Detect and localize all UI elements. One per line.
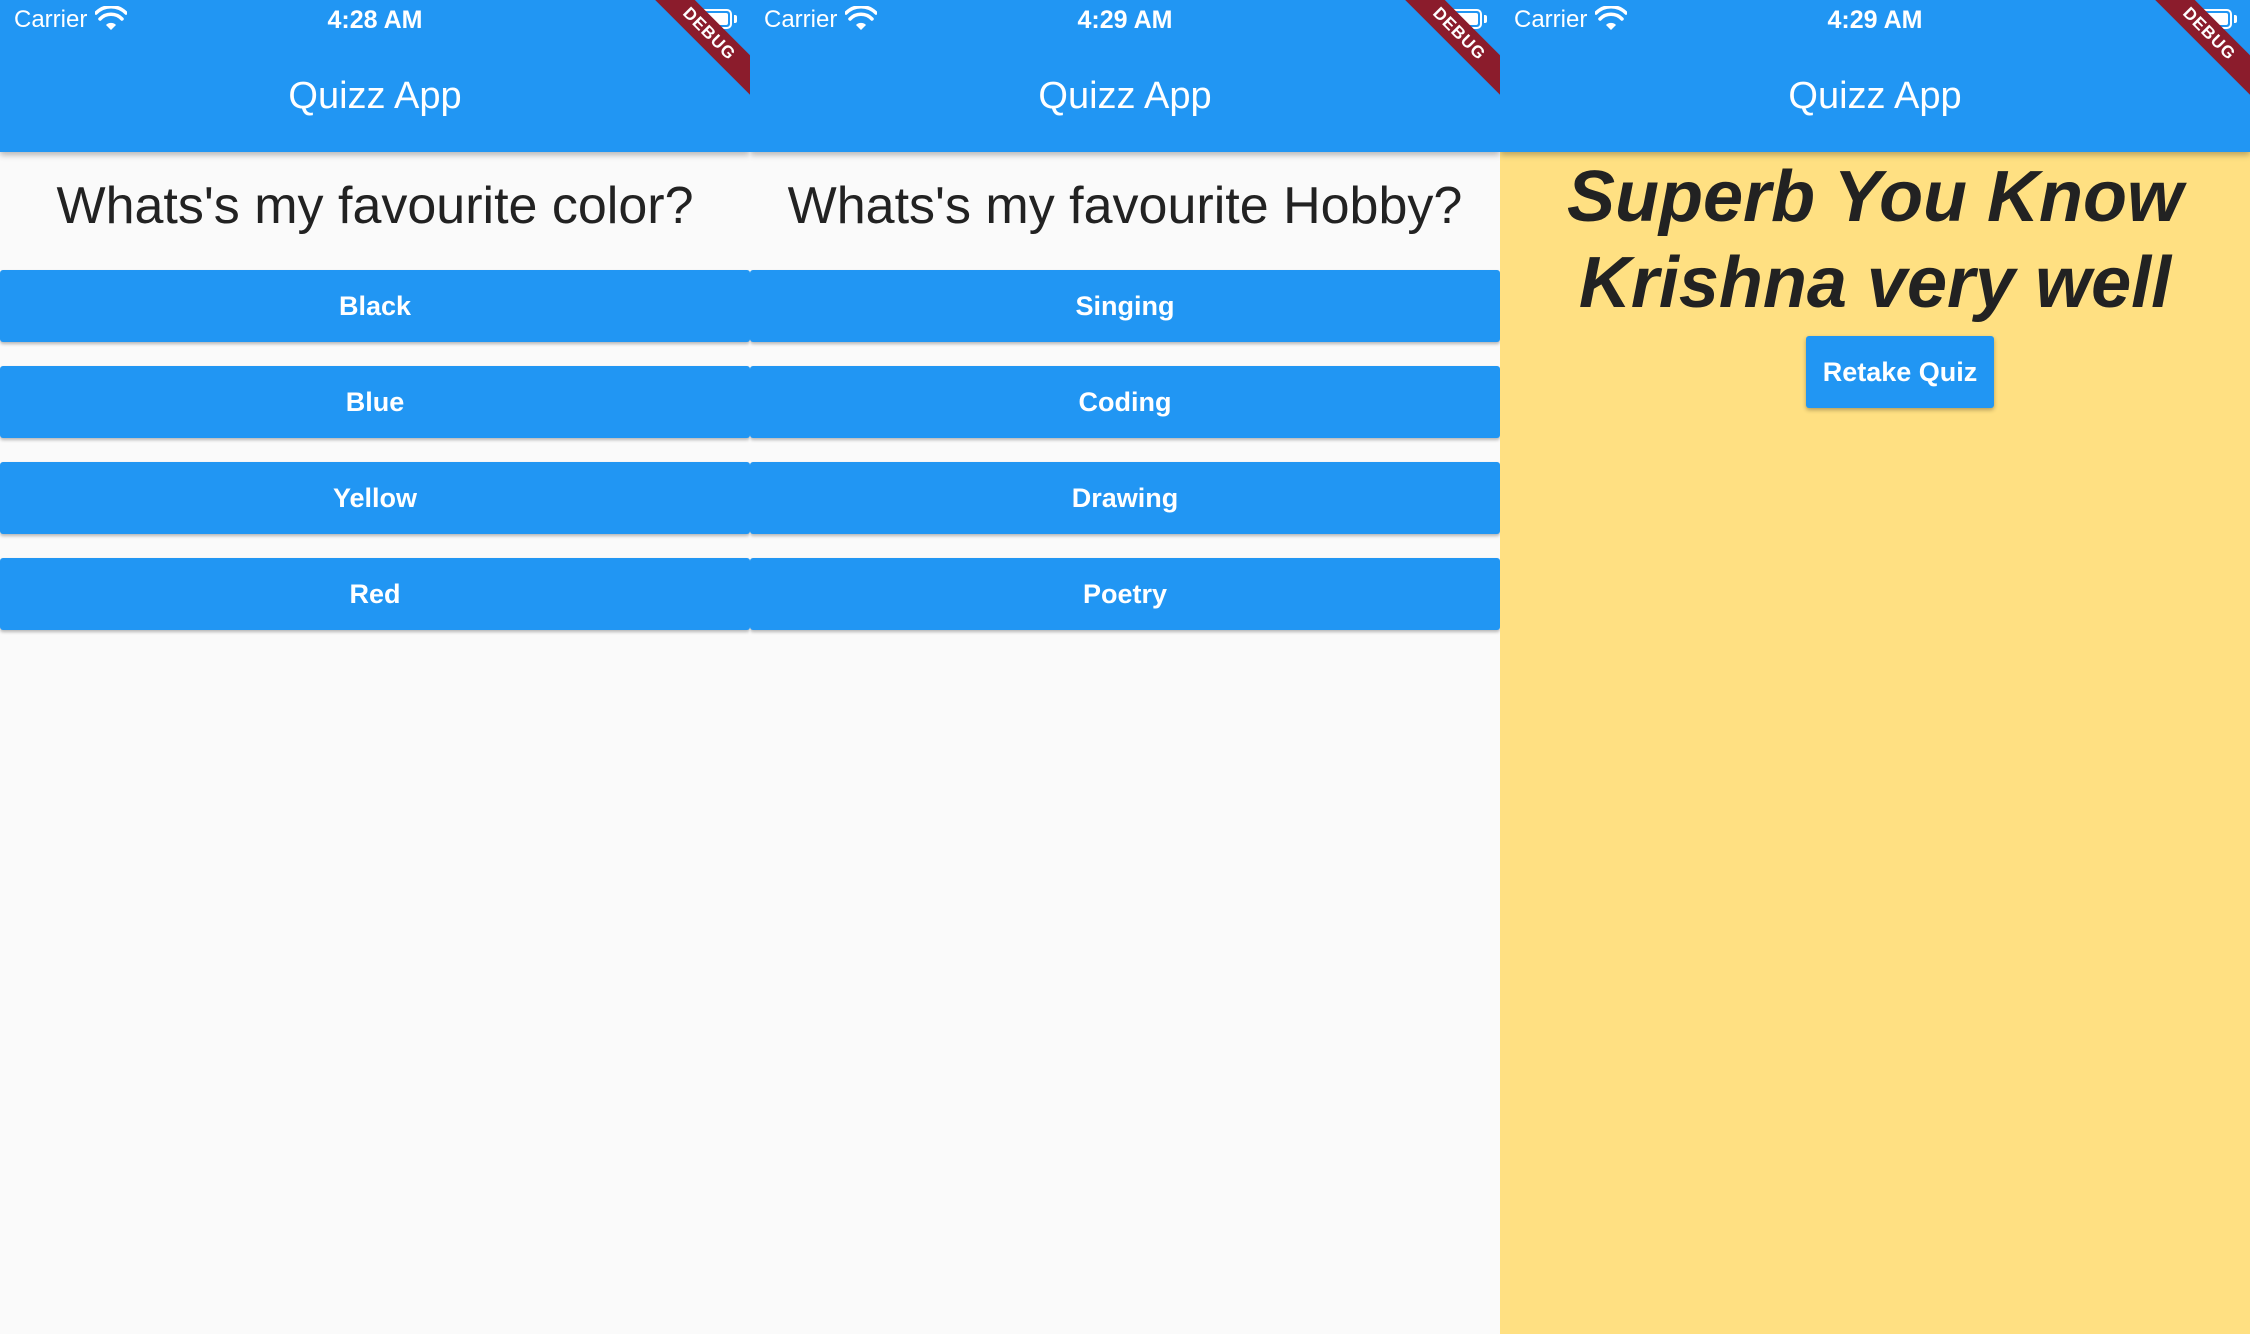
app-bar: Carrier 4:28 AM Quizz App: [0, 0, 750, 152]
answer-button-poetry[interactable]: Poetry: [750, 558, 1500, 630]
quiz-screen-2: Carrier 4:29 AM Quizz App DEBUG Whats's …: [750, 0, 1500, 1334]
status-time: 4:29 AM: [1827, 6, 1923, 34]
battery-tip: [734, 15, 737, 23]
battery-tip: [2234, 15, 2237, 23]
app-title: Quizz App: [1788, 75, 1962, 117]
result-screen: Carrier 4:29 AM Quizz App DEBUG Superb Y…: [1500, 0, 2250, 1334]
answer-button-red[interactable]: Red: [0, 558, 750, 630]
status-time: 4:29 AM: [1077, 6, 1173, 34]
answer-button-blue[interactable]: Blue: [0, 366, 750, 438]
status-time: 4:28 AM: [327, 6, 423, 34]
question-text: Whats's my favourite Hobby?: [787, 177, 1463, 235]
screens-container: Carrier 4:28 AM Quizz App DEBUG Whats's …: [0, 0, 2250, 1334]
answer-button-yellow[interactable]: Yellow: [0, 462, 750, 534]
answer-button-singing[interactable]: Singing: [750, 270, 1500, 342]
app-title: Quizz App: [288, 75, 462, 117]
app-bar: Carrier 4:29 AM Quizz App: [1500, 0, 2250, 152]
answer-button-black[interactable]: Black: [0, 270, 750, 342]
app-bar: Carrier 4:29 AM Quizz App: [750, 0, 1500, 152]
result-message: Superb You Know Krishna very well: [1566, 157, 2183, 323]
answer-button-drawing[interactable]: Drawing: [750, 462, 1500, 534]
question-text: Whats's my favourite color?: [56, 177, 694, 235]
retake-quiz-button[interactable]: Retake Quiz: [1806, 336, 1994, 408]
app-title: Quizz App: [1038, 75, 1212, 117]
battery-tip: [1484, 15, 1487, 23]
answer-button-coding[interactable]: Coding: [750, 366, 1500, 438]
quiz-screen-1: Carrier 4:28 AM Quizz App DEBUG Whats's …: [0, 0, 750, 1334]
